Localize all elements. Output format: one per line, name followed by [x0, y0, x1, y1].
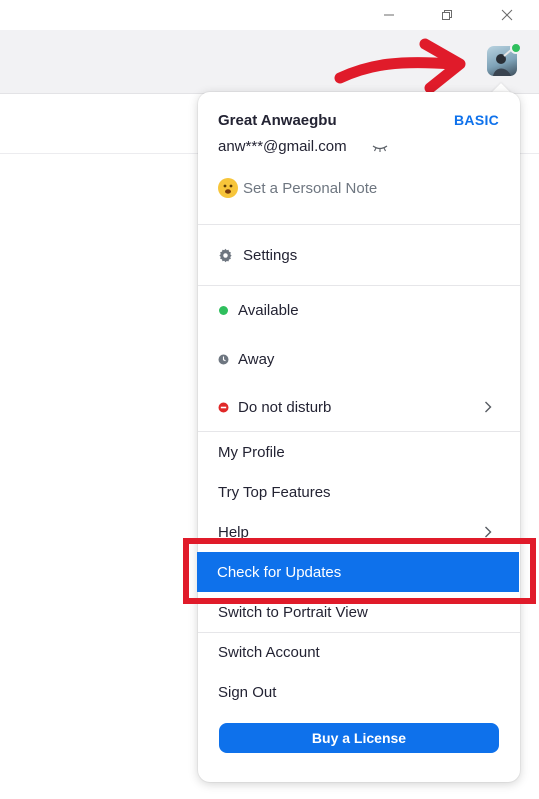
gear-icon	[219, 248, 232, 262]
personal-note-input[interactable]: Set a Personal Note	[243, 180, 377, 197]
annotation-arrow-icon	[334, 38, 466, 94]
menu-item-switch-account[interactable]: Switch Account	[198, 632, 520, 672]
user-email: anw***@gmail.com	[218, 138, 347, 155]
buy-license-button[interactable]: Buy a License	[219, 723, 499, 753]
divider	[198, 285, 520, 286]
menu-item-switch-portrait[interactable]: Switch to Portrait View	[198, 592, 520, 632]
clock-icon	[218, 354, 229, 364]
minimize-icon[interactable]	[366, 0, 412, 30]
restore-icon[interactable]	[424, 0, 470, 30]
switch-account-label: Switch Account	[218, 643, 320, 661]
available-dot-icon	[219, 305, 228, 315]
menu-item-sign-out[interactable]: Sign Out	[198, 672, 520, 712]
sign-out-label: Sign Out	[218, 683, 277, 701]
status-away[interactable]: Away	[198, 339, 520, 379]
smile-emoji-icon[interactable]	[218, 178, 238, 198]
window-titlebar	[0, 0, 539, 30]
divider	[198, 224, 520, 225]
hide-email-icon[interactable]	[371, 143, 389, 153]
my-profile-label: My Profile	[218, 443, 285, 461]
plan-badge[interactable]: BASIC	[454, 112, 499, 128]
settings-label: Settings	[243, 246, 298, 264]
dnd-icon	[218, 402, 229, 412]
switch-portrait-label: Switch to Portrait View	[218, 603, 368, 621]
dnd-label: Do not disturb	[238, 398, 332, 416]
chevron-right-icon	[485, 526, 492, 538]
status-available[interactable]: Available	[198, 290, 520, 330]
available-label: Available	[238, 301, 299, 319]
menu-item-my-profile[interactable]: My Profile	[198, 432, 520, 472]
presence-indicator	[510, 42, 522, 54]
user-name: Great Anwaegbu	[218, 112, 337, 129]
chevron-right-icon	[485, 401, 492, 413]
away-label: Away	[238, 350, 275, 368]
menu-item-settings[interactable]: Settings	[198, 235, 520, 275]
status-do-not-disturb[interactable]: Do not disturb	[198, 387, 520, 427]
close-icon[interactable]	[484, 0, 530, 30]
try-top-features-label: Try Top Features	[218, 483, 331, 501]
menu-item-try-top-features[interactable]: Try Top Features	[198, 472, 520, 512]
